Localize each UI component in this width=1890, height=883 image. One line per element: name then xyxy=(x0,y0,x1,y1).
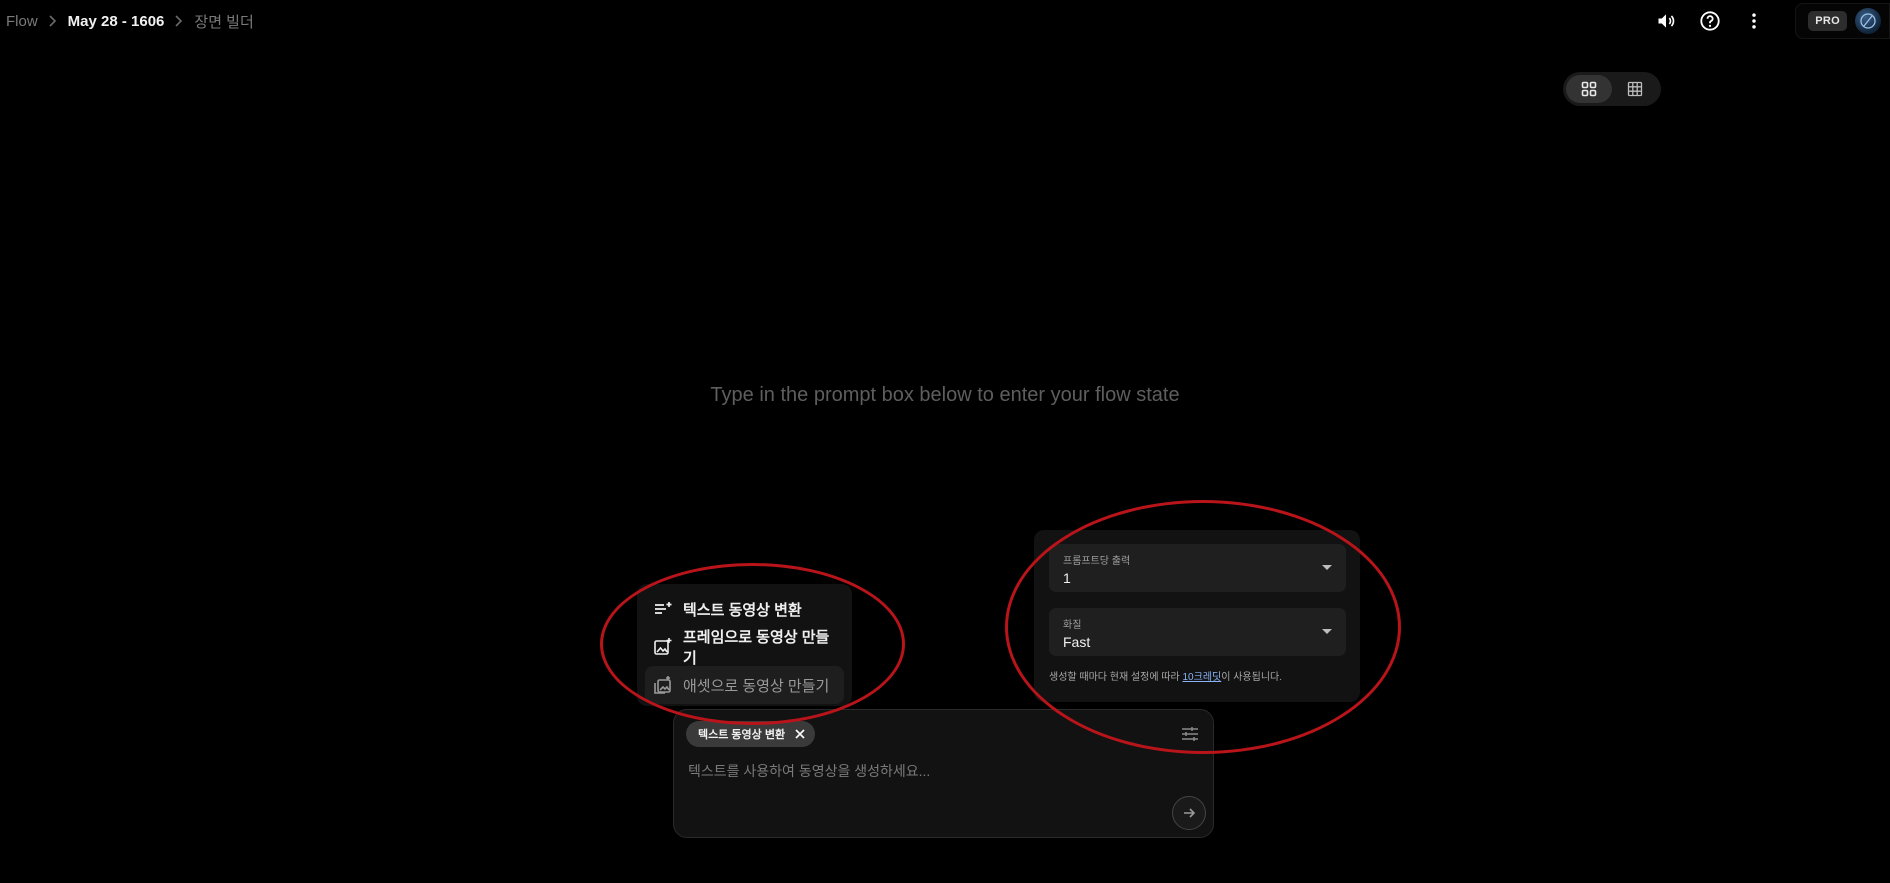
avatar[interactable] xyxy=(1855,8,1881,34)
quality-label: 화질 xyxy=(1063,620,1082,631)
outputs-label: 프롬프트당 출력 xyxy=(1063,556,1131,567)
more-vert-icon[interactable] xyxy=(1737,7,1771,35)
volume-icon[interactable] xyxy=(1649,7,1683,35)
quality-value: Fast xyxy=(1063,634,1091,650)
text-to-video-icon xyxy=(655,602,672,614)
mode-item-frames-to-video[interactable]: 프레임으로 동영상 만들기 xyxy=(645,628,844,667)
close-icon[interactable] xyxy=(793,727,807,741)
mode-chip[interactable]: 텍스트 동영상 변환 xyxy=(686,721,816,747)
breadcrumb-page: 장면 빌더 xyxy=(194,13,254,31)
arrow-right-icon xyxy=(1184,808,1196,818)
mode-item-label: 텍스트 동영상 변환 xyxy=(683,601,802,619)
tune-icon[interactable] xyxy=(1181,726,1199,747)
view-toggle xyxy=(1563,72,1661,106)
mode-item-text-to-video[interactable]: 텍스트 동영상 변환 xyxy=(645,590,844,628)
credit-note-text: 생성할 때마다 현재 설정에 따라 xyxy=(1049,672,1183,683)
quality-select[interactable]: 화질 Fast xyxy=(1049,608,1346,656)
caret-down-icon xyxy=(1322,565,1332,570)
pro-badge: PRO xyxy=(1808,11,1847,31)
prompt-box: 텍스트 동영상 변환 xyxy=(673,709,1214,838)
prompt-input[interactable] xyxy=(688,760,1168,782)
frames-to-video-icon xyxy=(654,638,672,655)
flow-scene-builder: Flow May 28 - 1606 장면 빌더 PRO Type in the… xyxy=(0,0,1890,883)
breadcrumb-project[interactable]: May 28 - 1606 xyxy=(68,13,165,30)
breadcrumb-root[interactable]: Flow xyxy=(6,13,38,30)
assets-to-video-icon xyxy=(654,676,671,694)
mode-item-assets-to-video[interactable]: 애셋으로 동영상 만들기 xyxy=(645,666,844,704)
account-area: PRO xyxy=(1795,3,1890,39)
outputs-value: 1 xyxy=(1063,570,1071,586)
empty-state-message: Type in the prompt box below to enter yo… xyxy=(710,384,1180,406)
mode-item-label: 프레임으로 동영상 만들기 xyxy=(683,629,830,667)
chevron-right-icon xyxy=(48,15,58,27)
credit-note: 생성할 때마다 현재 설정에 따라 10크레딧이 사용됩니다. xyxy=(1049,668,1346,683)
header-actions: PRO xyxy=(1639,3,1890,39)
grid-small-icon[interactable] xyxy=(1612,75,1658,103)
credit-note-text: 이 사용됩니다. xyxy=(1221,672,1282,683)
chevron-right-icon xyxy=(174,15,184,27)
send-button[interactable] xyxy=(1172,796,1206,830)
caret-down-icon xyxy=(1322,629,1332,634)
grid-large-icon[interactable] xyxy=(1566,75,1612,103)
help-icon[interactable] xyxy=(1693,7,1727,35)
outputs-per-prompt-select[interactable]: 프롬프트당 출력 1 xyxy=(1049,544,1346,592)
mode-chip-label: 텍스트 동영상 변환 xyxy=(698,729,786,741)
mode-item-label: 애셋으로 동영상 만들기 xyxy=(683,677,830,695)
breadcrumb: Flow May 28 - 1606 장면 빌더 xyxy=(6,10,254,32)
mode-menu: 텍스트 동영상 변환 프레임으로 동영상 만들기 애셋으로 동영상 만들기 xyxy=(637,584,852,706)
settings-panel: 프롬프트당 출력 1 화질 Fast 생성할 때마다 현재 설정에 따라 10크… xyxy=(1034,530,1360,702)
credit-link[interactable]: 10크레딧 xyxy=(1183,672,1222,683)
